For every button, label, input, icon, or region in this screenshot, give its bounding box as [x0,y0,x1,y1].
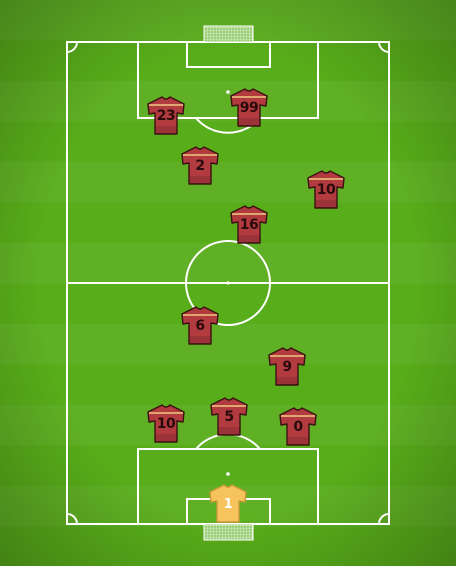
shirt-icon [307,170,345,209]
player-10[interactable]: 1 [207,484,249,524]
player-9[interactable]: 0 [277,407,319,447]
shirt-icon [230,88,268,127]
shirt-icon [147,96,185,135]
football-pitch: 23 99 2 10 16 6 9 10 5 0 1 [0,0,456,566]
shirt-icon [210,397,248,436]
shirt-icon [279,407,317,446]
player-2[interactable]: 2 [179,146,221,186]
pitch-markings [0,0,456,566]
bottom-penalty-spot [226,472,230,476]
player-0[interactable]: 23 [145,96,187,136]
player-4[interactable]: 16 [228,205,270,245]
center-spot [226,281,230,285]
player-8[interactable]: 5 [208,397,250,437]
player-1[interactable]: 99 [228,88,270,128]
player-3[interactable]: 10 [305,170,347,210]
player-5[interactable]: 6 [179,306,221,346]
shirt-icon [181,306,219,345]
player-7[interactable]: 10 [145,404,187,444]
bottom-goal-net [203,523,254,541]
top-goal-net [203,25,254,43]
shirt-icon [181,146,219,185]
shirt-icon [230,205,268,244]
shirt-icon [147,404,185,443]
shirt-icon [268,347,306,386]
goalkeeper-shirt-icon [209,484,247,523]
player-6[interactable]: 9 [266,347,308,387]
